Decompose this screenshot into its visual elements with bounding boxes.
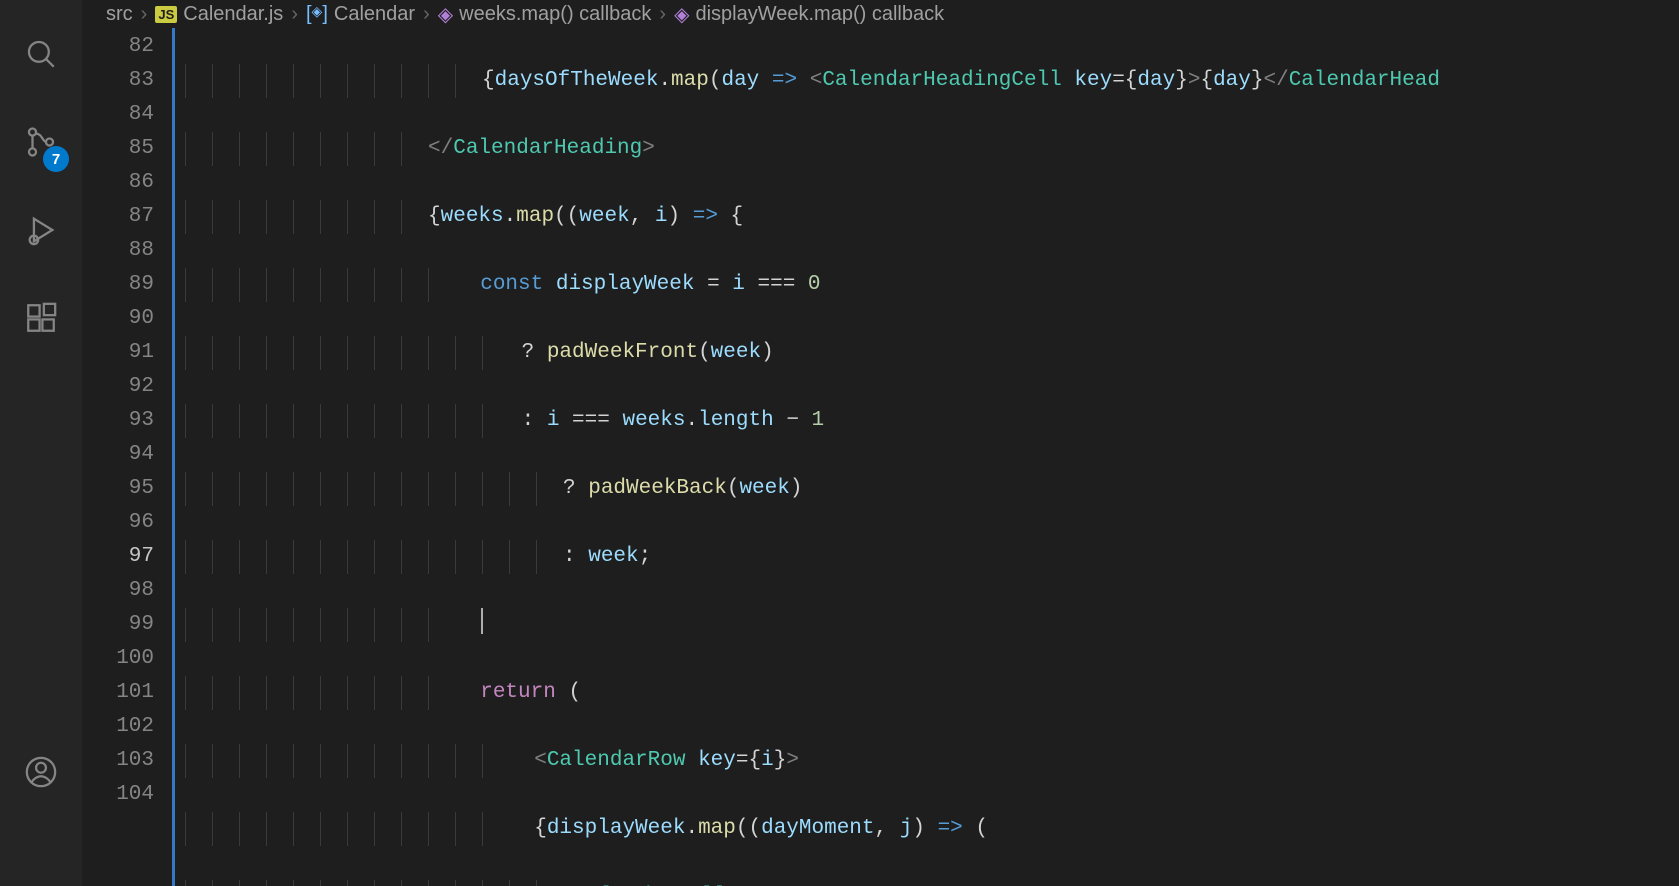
code-line[interactable]: <CalendarRow key={i}> [185,744,1679,778]
line-number: 99 [82,608,154,642]
code-line[interactable]: ? padWeekFront(week) [185,336,1679,370]
code-line[interactable]: <CalendarCellWrap> [185,880,1679,886]
breadcrumb[interactable]: src › JS Calendar.js › [◈] Calendar › ◈ … [82,0,1679,28]
line-number: 93 [82,404,154,438]
line-number: 88 [82,234,154,268]
breadcrumb-symbol[interactable]: ◈ displayWeek.map() callback [674,2,944,27]
line-number: 86 [82,166,154,200]
line-number: 84 [82,98,154,132]
line-number: 95 [82,472,154,506]
code-line[interactable]: {daysOfTheWeek.map(day => <CalendarHeadi… [185,64,1679,98]
line-number: 89 [82,268,154,302]
code-line[interactable]: </CalendarHeading> [185,132,1679,166]
breadcrumb-file[interactable]: JS Calendar.js [155,3,283,26]
code-line[interactable]: : i === weeks.length − 1 [185,404,1679,438]
editor-area[interactable]: 8283848586878889909192939495969798991001… [82,28,1679,886]
line-number: 96 [82,506,154,540]
code-line[interactable]: return ( [185,676,1679,710]
line-number: 90 [82,302,154,336]
text-cursor [481,608,483,634]
line-number: 94 [82,438,154,472]
chevron-right-icon: › [659,3,666,26]
line-number: 92 [82,370,154,404]
line-number: 104 [82,778,154,812]
line-number: 101 [82,676,154,710]
line-number: 83 [82,64,154,98]
debug-icon[interactable] [17,206,65,254]
line-number: 91 [82,336,154,370]
method-icon: ◈ [438,2,453,27]
line-number: 100 [82,642,154,676]
search-icon[interactable] [17,30,65,78]
chevron-right-icon: › [423,3,430,26]
method-icon: ◈ [674,2,689,27]
code-line[interactable]: {weeks.map((week, i) => { [185,200,1679,234]
breadcrumb-symbol[interactable]: ◈ weeks.map() callback [438,2,652,27]
editor-main: src › JS Calendar.js › [◈] Calendar › ◈ … [82,0,1679,886]
js-file-icon: JS [155,6,177,23]
scm-badge: 7 [43,146,69,172]
code-line[interactable]: ? padWeekBack(week) [185,472,1679,506]
code-line[interactable]: {displayWeek.map((dayMoment, j) => ( [185,812,1679,846]
extensions-icon[interactable] [17,294,65,342]
line-number: 85 [82,132,154,166]
code-line[interactable]: : week; [185,540,1679,574]
line-number: 103 [82,744,154,778]
line-number: 87 [82,200,154,234]
line-number: 98 [82,574,154,608]
variable-icon: [◈] [306,3,328,26]
chevron-right-icon: › [141,3,148,26]
code-line[interactable] [185,608,1679,642]
chevron-right-icon: › [291,3,298,26]
breadcrumb-symbol[interactable]: [◈] Calendar [306,3,415,26]
code-content[interactable]: {daysOfTheWeek.map(day => <CalendarHeadi… [175,28,1679,886]
line-number: 82 [82,30,154,64]
line-number: 102 [82,710,154,744]
code-line[interactable]: const displayWeek = i === 0 [185,268,1679,302]
account-icon[interactable] [17,748,65,796]
line-number-gutter: 8283848586878889909192939495969798991001… [82,28,172,886]
source-control-icon[interactable]: 7 [17,118,65,166]
line-number: 97 [82,540,154,574]
breadcrumb-folder[interactable]: src [106,3,133,26]
activity-bar: 7 [0,0,82,886]
